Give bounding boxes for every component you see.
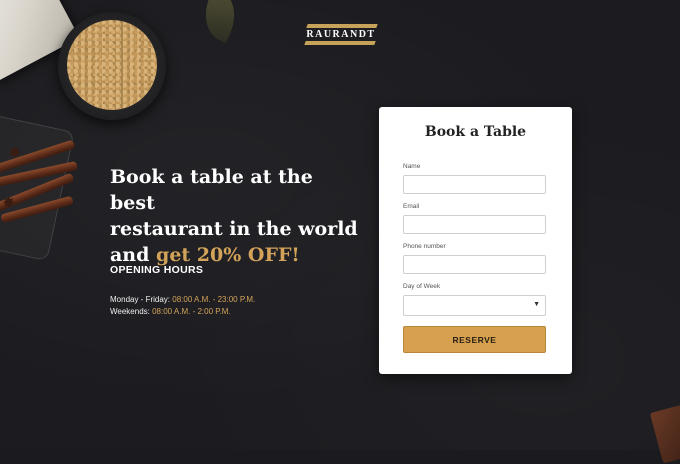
day-of-week-select[interactable]: ▼ (403, 295, 546, 316)
hours-time: 08:00 A.M. - 23:00 P.M. (172, 295, 256, 304)
reserve-button[interactable]: RESERVE (403, 326, 546, 353)
hours-label: Monday - Friday: (110, 295, 173, 304)
hero-title-line3-prefix: and (110, 244, 157, 266)
star-anise-icon: ✸ (8, 145, 22, 162)
booking-form-card: Book a Table Name Email Phone number Day… (379, 107, 572, 374)
coriander-seeds-decoration (67, 20, 157, 110)
hero-title-line2: restaurant in the world (110, 218, 358, 240)
opening-hours-row: Monday - Friday: 08:00 A.M. - 23:00 P.M. (110, 294, 255, 306)
phone-label: Phone number (403, 243, 446, 250)
star-anise-icon: ✸ (2, 195, 16, 212)
caret-down-icon: ▼ (533, 301, 540, 308)
brand-logo[interactable]: RAURANDT (304, 24, 378, 46)
day-of-week-label: Day of Week (403, 283, 441, 290)
form-title: Book a Table (424, 124, 527, 140)
phone-input[interactable] (403, 255, 546, 274)
hero-title-line1: Book a table at the best (110, 166, 313, 214)
email-label: Email (403, 203, 420, 210)
logo-text: RAURANDT (306, 29, 376, 40)
name-label: Name (403, 163, 421, 170)
opening-hours-heading: OPENING HOURS (110, 264, 204, 276)
hero-discount-highlight: get 20% OFF! (156, 244, 300, 266)
logo-bar-bottom (304, 41, 376, 45)
hours-label: Weekends: (110, 307, 153, 316)
name-input[interactable] (403, 175, 546, 194)
hours-time: 08:00 A.M. - 2:00 P.M. (152, 307, 231, 316)
opening-hours-list: Monday - Friday: 08:00 A.M. - 23:00 P.M.… (110, 294, 255, 318)
opening-hours-row: Weekends: 08:00 A.M. - 2:00 P.M. (110, 306, 255, 318)
logo-bar-top (306, 24, 378, 28)
email-input[interactable] (403, 215, 546, 234)
hero-title: Book a table at the best restaurant in t… (110, 164, 360, 268)
